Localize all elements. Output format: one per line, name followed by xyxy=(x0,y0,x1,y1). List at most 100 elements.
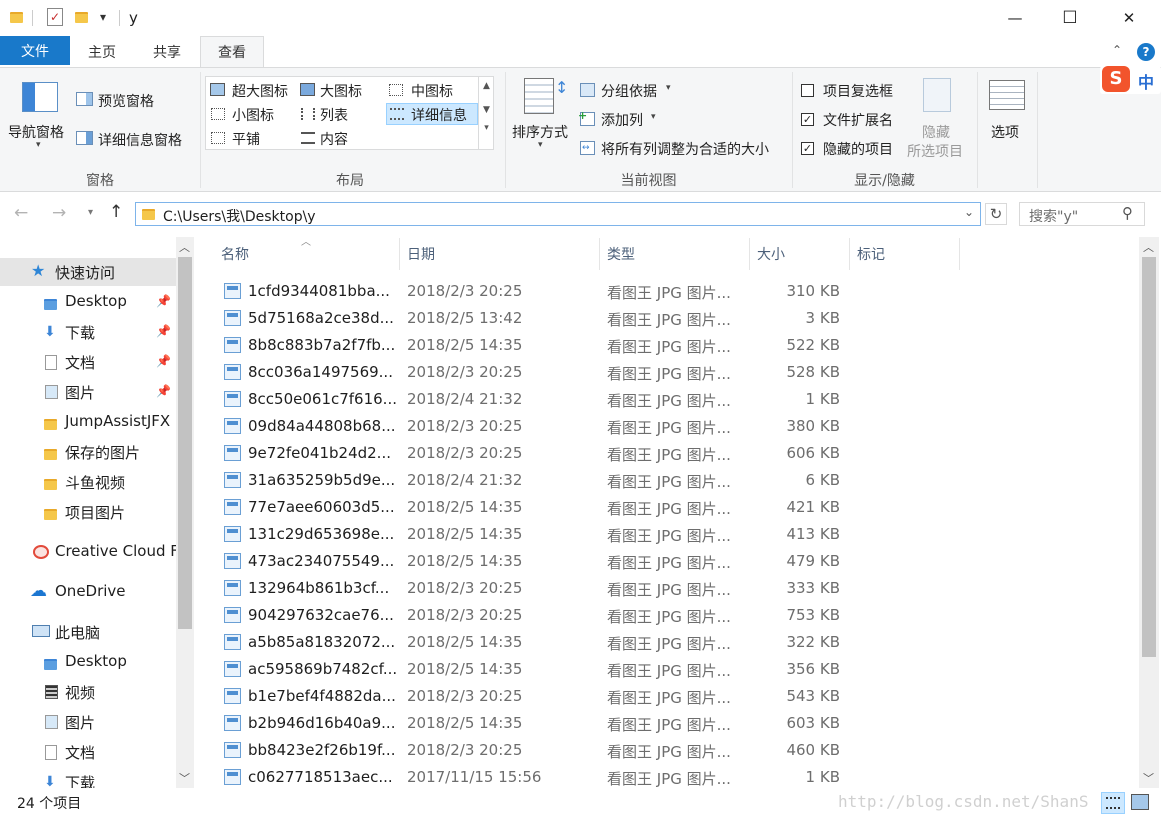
layout-list[interactable]: 列表 xyxy=(298,103,386,125)
list-item[interactable]: 132964b861b3cf... 2018/2/3 20:25 看图王 JPG 图… xyxy=(218,575,918,602)
column-header-size[interactable]: 大小 xyxy=(757,238,785,270)
nav-item-documents[interactable]: 文档 📌 xyxy=(0,348,176,376)
list-item[interactable]: 09d84a44808b68... 2018/2/3 20:25 看图王 JPG 图… xyxy=(218,413,918,440)
column-header-name[interactable]: 名称 xyxy=(221,238,249,270)
nav-pc-desktop[interactable]: Desktop xyxy=(0,648,176,676)
tab-file[interactable]: 文件 xyxy=(0,36,70,65)
list-item[interactable]: 1cfd9344081bba... 2018/2/3 20:25 看图王 JPG 图… xyxy=(218,278,918,305)
column-header-tags[interactable]: 标记 xyxy=(857,238,885,270)
address-field[interactable]: C:\Users\我\Desktop\y ⌄ xyxy=(135,202,981,226)
up-arrow-icon[interactable]: ↑ xyxy=(109,202,123,222)
scroll-down-icon[interactable]: ﹀ xyxy=(1143,770,1154,786)
preview-pane-button[interactable]: 预览窗格 xyxy=(74,88,194,112)
pin-icon[interactable]: 📌 xyxy=(156,354,171,368)
file-extensions-toggle[interactable]: ✓ 文件扩展名 xyxy=(798,109,908,131)
layout-tiles[interactable]: 平铺 xyxy=(208,127,298,149)
layout-content[interactable]: 内容 xyxy=(298,127,386,149)
column-separator[interactable] xyxy=(399,238,400,270)
list-item[interactable]: b2b946d16b40a9... 2018/2/5 14:35 看图王 JPG 图… xyxy=(218,710,918,737)
list-item[interactable]: 8b8c883b7a2f7fb... 2018/2/5 14:35 看图王 JPG … xyxy=(218,332,918,359)
properties-icon[interactable]: ✓ xyxy=(47,8,63,26)
tab-view[interactable]: 查看 xyxy=(200,36,264,67)
column-separator[interactable] xyxy=(599,238,600,270)
nav-pc-downloads[interactable]: ⬇ 下载 xyxy=(0,768,176,788)
pin-icon[interactable]: 📌 xyxy=(156,324,171,338)
column-separator[interactable] xyxy=(849,238,850,270)
layout-small-icons[interactable]: 小图标 xyxy=(208,103,298,125)
recent-locations-icon[interactable]: ▾ xyxy=(88,207,93,218)
details-pane-button[interactable]: 详细信息窗格 xyxy=(74,127,196,151)
ime-indicator[interactable]: S 中 xyxy=(1100,66,1161,94)
list-item[interactable]: 77e7aee60603d5... 2018/2/5 14:35 看图王 JPG 图… xyxy=(218,494,918,521)
nav-item-saved-pictures[interactable]: 保存的图片 xyxy=(0,438,176,466)
nav-item-jumpassistjfx[interactable]: JumpAssistJFX xyxy=(0,408,176,436)
minimize-button[interactable]: — xyxy=(992,0,1038,36)
sort-by-button[interactable]: ↕ 排序方式 ▾ xyxy=(508,74,574,158)
scroll-up-icon[interactable]: ︿ xyxy=(1143,239,1154,255)
close-button[interactable]: ✕ xyxy=(1106,0,1152,36)
list-item[interactable]: c0627718513aec... 2017/11/15 15:56 看图王 JPG… xyxy=(218,764,918,791)
nav-this-pc[interactable]: 此电脑 xyxy=(0,618,176,646)
large-icons-view-toggle-icon[interactable] xyxy=(1131,794,1149,810)
forward-arrow-icon[interactable]: → xyxy=(52,203,66,223)
tab-share[interactable]: 共享 xyxy=(143,36,191,67)
list-item[interactable]: b1e7bef4f4882da... 2018/2/3 20:25 看图王 JPG … xyxy=(218,683,918,710)
scroll-down-icon[interactable]: ▼ xyxy=(479,105,494,115)
item-checkboxes-toggle[interactable]: 项目复选框 xyxy=(798,80,908,102)
nav-scrollbar[interactable]: ︿ ﹀ xyxy=(176,237,194,788)
layout-extra-large-icons[interactable]: 超大图标 xyxy=(208,79,298,101)
tab-home[interactable]: 主页 xyxy=(78,36,126,67)
item-checkboxes-checkbox[interactable] xyxy=(801,84,814,97)
options-button[interactable]: 选项 xyxy=(982,76,1032,162)
group-by-button[interactable]: 分组依据 ▾ xyxy=(578,80,678,102)
hidden-items-checkbox[interactable]: ✓ xyxy=(801,142,814,155)
list-item[interactable]: a5b85a81832072... 2018/2/5 14:35 看图王 JPG 图… xyxy=(218,629,918,656)
maximize-button[interactable]: ☐ xyxy=(1047,0,1093,36)
customize-toolbar-dropdown[interactable]: ▾ xyxy=(100,10,106,24)
hidden-items-toggle[interactable]: ✓ 隐藏的项目 xyxy=(798,138,908,160)
layout-details[interactable]: 详细信息 xyxy=(386,103,478,125)
scroll-thumb[interactable] xyxy=(178,257,192,629)
nav-item-project-pictures[interactable]: 项目图片 xyxy=(0,498,176,526)
new-folder-icon[interactable] xyxy=(75,11,88,27)
nav-pane-button[interactable]: 导航窗格 ▾ xyxy=(4,76,76,156)
list-item[interactable]: bb8423e2f26b19f... 2018/2/3 20:25 看图王 JPG … xyxy=(218,737,918,764)
search-icon[interactable]: ⚲ xyxy=(1122,204,1133,222)
file-extensions-checkbox[interactable]: ✓ xyxy=(801,113,814,126)
collapse-ribbon-icon[interactable]: ⌃ xyxy=(1112,43,1122,57)
hide-selected-button[interactable]: 隐藏 所选项目 xyxy=(905,76,971,162)
refresh-icon[interactable]: ↻ xyxy=(985,203,1007,225)
scroll-up-icon[interactable]: ▲ xyxy=(479,81,494,91)
add-columns-button[interactable]: + 添加列 ▾ xyxy=(578,109,668,131)
list-item[interactable]: 9e72fe041b24d2... 2018/2/3 20:25 看图王 JPG 图… xyxy=(218,440,918,467)
list-item[interactable]: 473ac234075549... 2018/2/5 14:35 看图王 JPG 图… xyxy=(218,548,918,575)
file-list-scrollbar[interactable]: ︿ ﹀ xyxy=(1139,237,1159,788)
search-field[interactable]: 搜索"y" ⚲ xyxy=(1019,202,1145,226)
details-view-toggle-icon[interactable] xyxy=(1101,792,1125,814)
pin-icon[interactable]: 📌 xyxy=(156,384,171,398)
column-separator[interactable] xyxy=(749,238,750,270)
column-header-type[interactable]: 类型 xyxy=(607,238,635,270)
nav-item-pictures[interactable]: 图片 📌 xyxy=(0,378,176,406)
list-item[interactable]: 5d75168a2ce38d... 2018/2/5 13:42 看图王 JPG 图… xyxy=(218,305,918,332)
list-item[interactable]: ac595869b7482cf... 2018/2/5 14:35 看图王 JPG … xyxy=(218,656,918,683)
nav-pc-videos[interactable]: 视频 xyxy=(0,678,176,706)
layout-medium-icons[interactable]: 中图标 xyxy=(386,79,476,101)
nav-creative-cloud[interactable]: Creative Cloud F xyxy=(0,538,176,566)
scroll-thumb[interactable] xyxy=(1142,257,1156,657)
address-dropdown-icon[interactable]: ⌄ xyxy=(964,205,974,219)
list-item[interactable]: 8cc50e061c7f616... 2018/2/4 21:32 看图王 JPG … xyxy=(218,386,918,413)
list-item[interactable]: 8cc036a1497569... 2018/2/3 20:25 看图王 JPG 图… xyxy=(218,359,918,386)
scroll-down-icon[interactable]: ﹀ xyxy=(179,770,190,786)
pin-icon[interactable]: 📌 xyxy=(156,294,171,308)
layout-gallery-scroll[interactable]: ▲ ▼ ▾ xyxy=(478,77,494,149)
nav-pc-documents[interactable]: 文档 xyxy=(0,738,176,766)
help-icon[interactable]: ? xyxy=(1137,43,1155,61)
list-item[interactable]: 31a635259b5d9e... 2018/2/4 21:32 看图王 JPG 图… xyxy=(218,467,918,494)
nav-pc-pictures[interactable]: 图片 xyxy=(0,708,176,736)
gallery-more-icon[interactable]: ▾ xyxy=(479,123,494,133)
list-item[interactable]: 131c29d653698e... 2018/2/5 14:35 看图王 JPG 图… xyxy=(218,521,918,548)
nav-quick-access[interactable]: ★ 快速访问 xyxy=(0,258,176,286)
back-arrow-icon[interactable]: ← xyxy=(14,203,28,223)
nav-item-desktop[interactable]: Desktop 📌 xyxy=(0,288,176,316)
